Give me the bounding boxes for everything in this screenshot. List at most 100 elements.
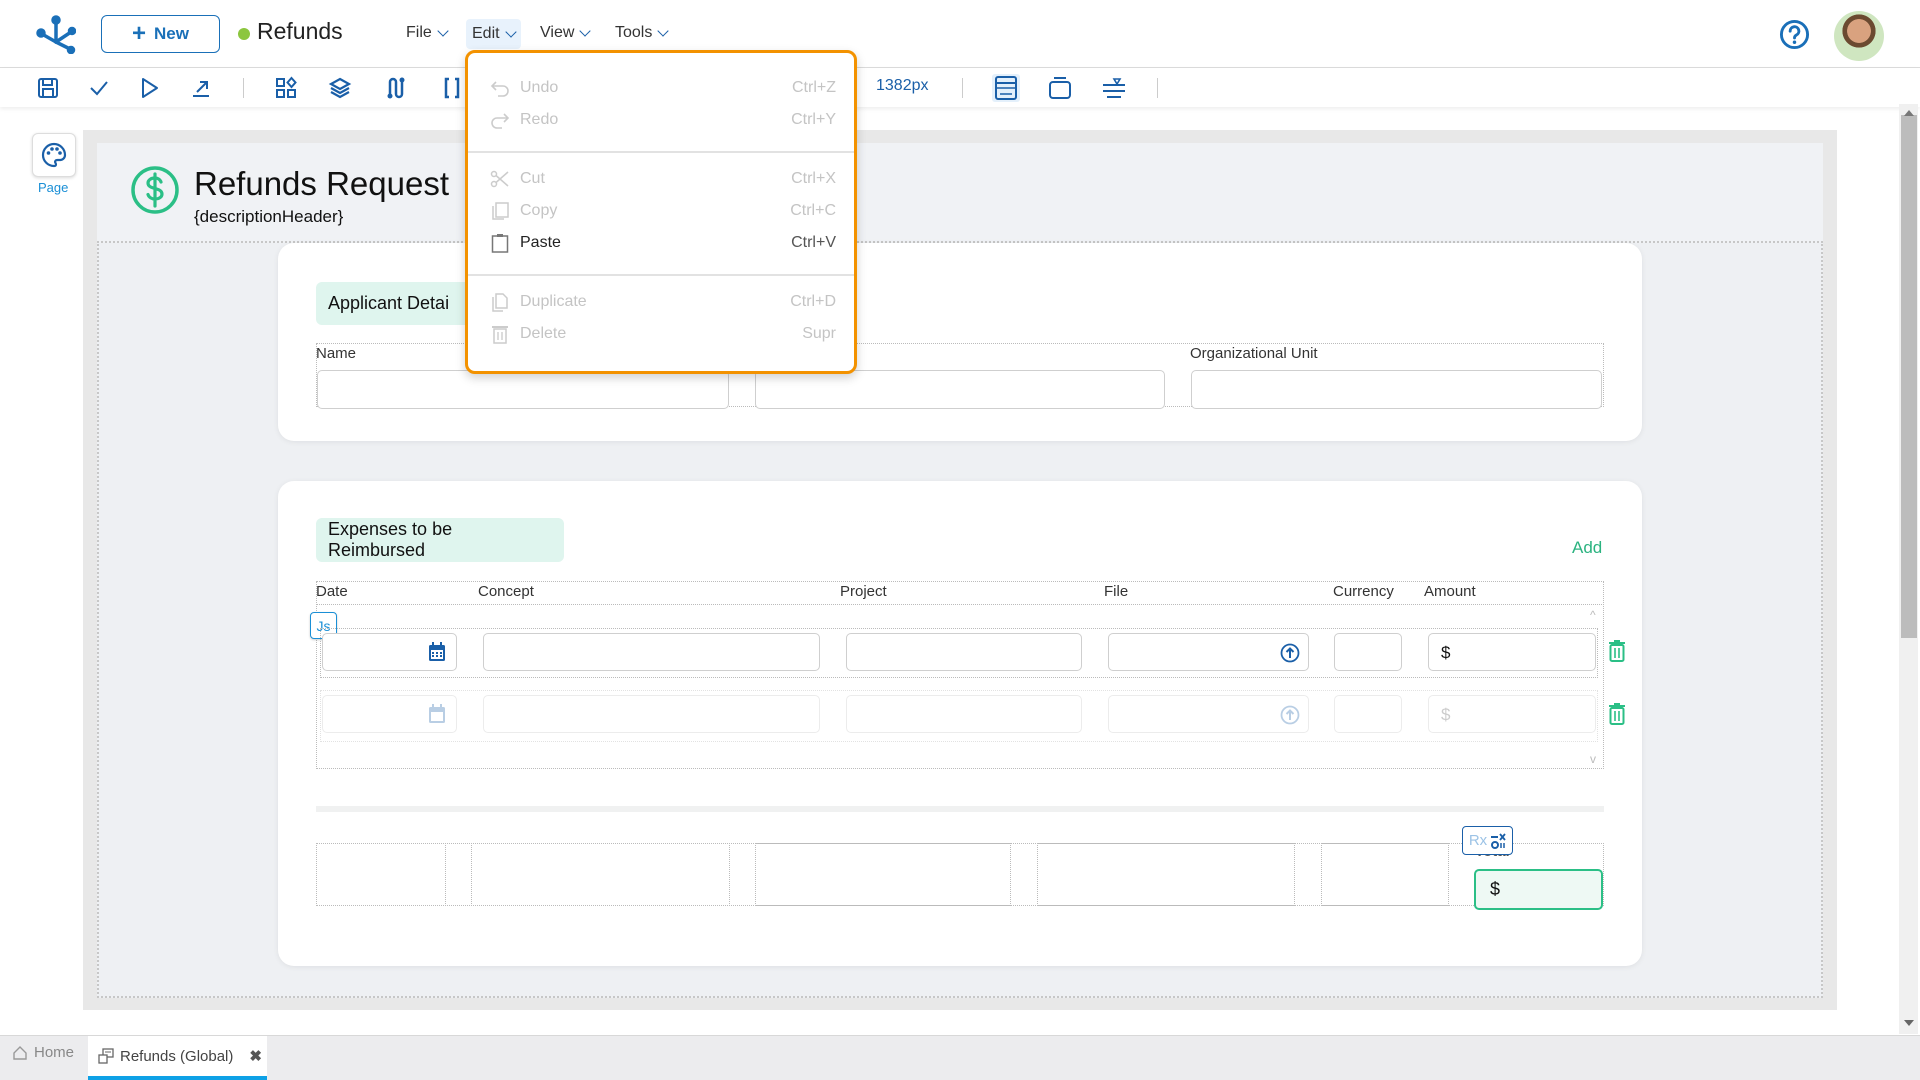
rx-badge[interactable]: Rx: [1462, 826, 1513, 855]
form-title: Refunds Request: [194, 165, 449, 202]
close-tab-icon[interactable]: ✖: [249, 1047, 262, 1065]
trash-icon[interactable]: [1608, 640, 1626, 662]
org-unit-label: Organizational Unit: [1190, 345, 1318, 362]
date-input[interactable]: [322, 695, 457, 733]
dollar-circle-icon: [131, 166, 179, 214]
column-header-date: Date: [316, 583, 348, 600]
column-header-project: Project: [840, 583, 887, 600]
flow-icon[interactable]: [384, 76, 408, 100]
grid-scroll-up-icon[interactable]: ^: [1590, 608, 1596, 622]
user-avatar[interactable]: [1834, 11, 1884, 61]
file-input[interactable]: [1108, 633, 1309, 671]
menu-item-paste[interactable]: Paste Ctrl+V: [490, 230, 836, 256]
applicant-section-title: Applicant Detai: [316, 282, 486, 325]
currency-input[interactable]: [1334, 633, 1402, 671]
app-logo-icon[interactable]: [36, 14, 76, 54]
menu-item-undo[interactable]: Undo Ctrl+Z: [490, 75, 836, 101]
totals-cell: [755, 843, 1011, 906]
menu-item-shortcut: Supr: [802, 325, 836, 342]
file-input[interactable]: [1108, 695, 1309, 733]
check-icon[interactable]: [87, 76, 111, 100]
duplicate-icon: [492, 293, 508, 312]
currency-input[interactable]: [1334, 695, 1402, 733]
menu-edit[interactable]: Edit: [466, 19, 521, 49]
menu-tools-label: Tools: [615, 24, 653, 41]
amount-input[interactable]: $: [1428, 695, 1596, 733]
menu-item-shortcut: Ctrl+V: [791, 234, 836, 251]
redo-icon: [491, 113, 510, 129]
trash-icon[interactable]: [1608, 703, 1626, 725]
concept-input[interactable]: [483, 633, 820, 671]
layout-icon[interactable]: [992, 74, 1020, 102]
upload-icon[interactable]: [1280, 705, 1300, 725]
amount-input[interactable]: $: [1428, 633, 1596, 671]
menu-item-shortcut: Ctrl+D: [790, 293, 836, 310]
totals-cell: [316, 843, 446, 906]
project-input[interactable]: [846, 633, 1082, 671]
play-icon[interactable]: [137, 76, 161, 100]
menu-item-label: Copy: [520, 202, 558, 219]
components-icon[interactable]: [274, 76, 298, 100]
menu-file[interactable]: File: [400, 22, 453, 44]
chevron-down-icon: [657, 25, 670, 37]
undo-icon: [490, 81, 509, 97]
tab-home-label: Home: [34, 1044, 75, 1061]
tab-home[interactable]: Home: [12, 1044, 74, 1061]
new-button[interactable]: + New: [101, 15, 220, 53]
menu-item-redo[interactable]: Redo Ctrl+Y: [490, 107, 836, 133]
menu-view[interactable]: View: [534, 22, 595, 44]
upload-icon[interactable]: [1280, 643, 1300, 663]
new-button-label: New: [154, 24, 189, 43]
column-header-amount: Amount: [1424, 583, 1476, 600]
align-icon[interactable]: [1101, 76, 1127, 100]
menu-view-label: View: [540, 24, 575, 41]
layers-icon[interactable]: [328, 76, 352, 100]
menu-tools[interactable]: Tools: [609, 22, 673, 44]
export-icon[interactable]: [189, 76, 213, 100]
totals-cell: [1321, 843, 1449, 906]
add-expense-link[interactable]: Add: [1572, 538, 1602, 558]
formula-icon: [1491, 832, 1506, 849]
column-header-currency: Currency: [1333, 583, 1394, 600]
calendar-icon[interactable]: [428, 642, 446, 662]
frame-icon[interactable]: [1047, 76, 1073, 100]
clipboard-icon: [491, 234, 509, 253]
scrollbar-thumb[interactable]: [1901, 115, 1917, 638]
menu-item-duplicate[interactable]: Duplicate Ctrl+D: [490, 289, 836, 315]
braces-icon[interactable]: [440, 76, 464, 100]
applicant-middle-input[interactable]: [755, 370, 1165, 409]
menu-item-label: Cut: [520, 170, 545, 187]
app-title: Refunds: [257, 18, 343, 44]
menu-item-label: Redo: [520, 111, 559, 128]
menu-item-shortcut: Ctrl+X: [791, 170, 836, 187]
help-icon[interactable]: [1779, 19, 1810, 50]
menu-item-label: Duplicate: [520, 293, 587, 310]
menu-item-copy[interactable]: Copy Ctrl+C: [490, 198, 836, 224]
concept-input[interactable]: [483, 695, 820, 733]
total-input[interactable]: $: [1474, 869, 1603, 910]
menu-file-label: File: [406, 24, 432, 41]
expenses-section-title: Expenses to be Reimbursed: [316, 518, 564, 562]
grid-scroll-down-icon[interactable]: v: [1590, 752, 1596, 766]
totals-cell: [471, 843, 730, 906]
scroll-down-arrow-icon[interactable]: [1904, 1020, 1914, 1026]
save-icon[interactable]: [36, 76, 60, 100]
scroll-up-arrow-icon[interactable]: [1904, 110, 1914, 116]
chevron-down-icon: [437, 25, 449, 37]
trash-icon: [492, 326, 508, 344]
menu-item-cut[interactable]: Cut Ctrl+X: [490, 166, 836, 192]
edit-menu-dropdown: Undo Ctrl+Z Redo Ctrl+Y Cut Ctrl+X Copy …: [465, 50, 857, 374]
scissors-icon: [490, 170, 509, 188]
zoom-readout: 1382px: [876, 77, 929, 94]
section-divider: [316, 806, 1604, 812]
tab-refunds-global[interactable]: Refunds (Global) ✖: [88, 1036, 267, 1080]
project-input[interactable]: [846, 695, 1082, 733]
calendar-icon[interactable]: [428, 704, 446, 724]
page-style-button[interactable]: [32, 133, 76, 177]
menu-item-delete[interactable]: Delete Supr: [490, 321, 836, 347]
date-input[interactable]: [322, 633, 457, 671]
copy-icon: [492, 202, 509, 220]
name-input[interactable]: [317, 370, 729, 409]
palette-icon: [41, 142, 67, 168]
org-unit-input[interactable]: [1191, 370, 1602, 409]
